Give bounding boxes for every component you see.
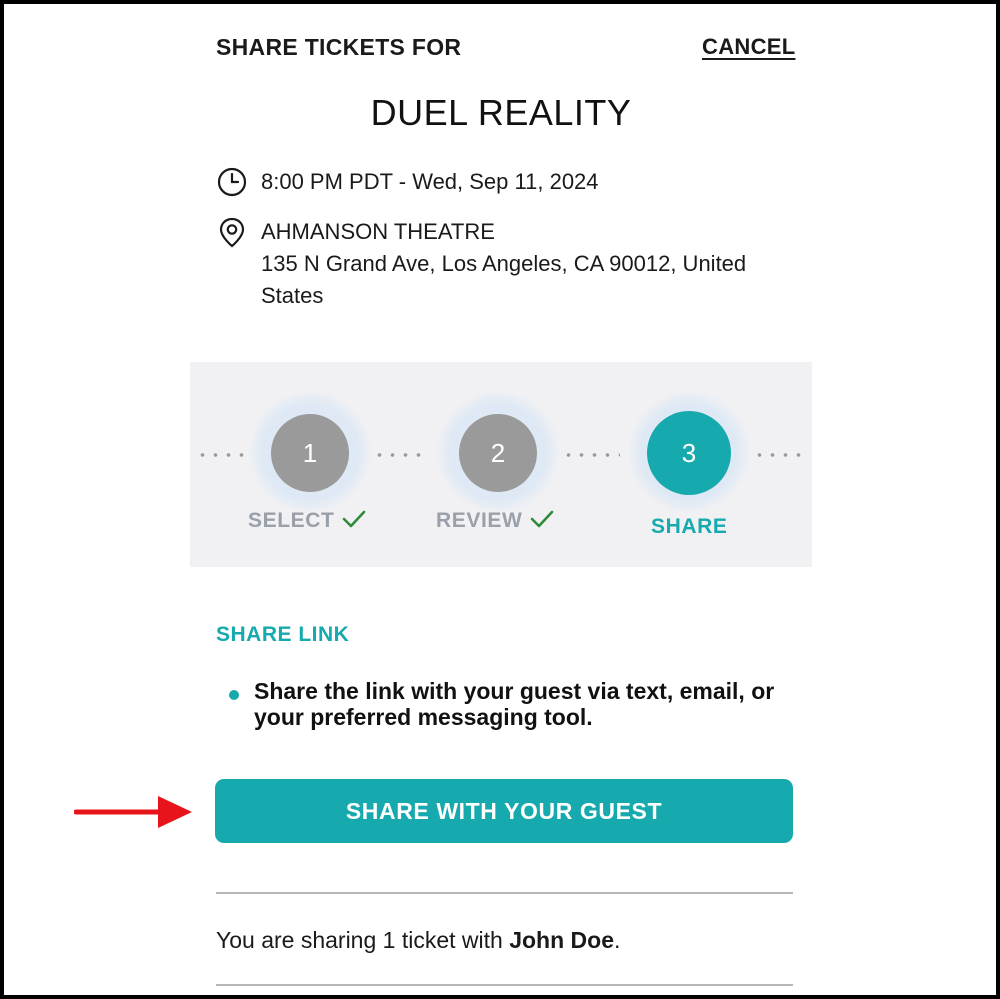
checkmark-icon <box>531 510 554 528</box>
venue-name: AHMANSON THEATRE <box>261 219 495 244</box>
red-arrow-icon <box>74 796 192 828</box>
venue-address: 135 N Grand Ave, Los Angeles, CA 90012, … <box>261 251 747 308</box>
stepper-connector <box>373 453 427 457</box>
step-3-circle: 3 <box>647 411 731 495</box>
step-3-label: SHARE <box>651 515 728 538</box>
stepper-connector <box>562 453 620 457</box>
sharing-summary-suffix: . <box>614 927 621 953</box>
event-title: DUEL REALITY <box>370 92 632 133</box>
step-2-label-group: REVIEW <box>436 509 554 533</box>
cancel-link[interactable]: CANCEL <box>702 34 795 60</box>
divider <box>216 984 793 986</box>
page-header-title: SHARE TICKETS FOR <box>216 34 462 60</box>
sharing-summary: You are sharing 1 ticket with John Doe. <box>216 927 620 954</box>
map-pin-icon <box>219 217 245 248</box>
share-link-heading: SHARE LINK <box>216 623 350 646</box>
sharing-summary-prefix: You are sharing 1 ticket with <box>216 927 510 953</box>
step-1-label-group: SELECT <box>248 509 366 533</box>
guest-name: John Doe <box>509 927 614 953</box>
stepper-connector <box>753 453 809 457</box>
step-2-label: REVIEW <box>436 509 523 532</box>
clock-icon <box>217 167 247 197</box>
share-instruction: Share the link with your guest via text,… <box>254 678 775 730</box>
event-datetime: 8:00 PM PDT - Wed, Sep 11, 2024 <box>261 169 599 194</box>
divider <box>216 892 793 894</box>
stepper-connector <box>196 453 248 457</box>
progress-stepper: 1 2 3 SELECT REVIEW SHARE <box>190 362 812 567</box>
step-2-circle: 2 <box>459 414 537 492</box>
bullet-icon <box>229 690 239 700</box>
step-1-label: SELECT <box>248 509 335 532</box>
step-1-circle: 1 <box>271 414 349 492</box>
checkmark-icon <box>343 510 366 528</box>
share-tickets-screen: SHARE TICKETS FOR CANCEL DUEL REALITY 8:… <box>0 0 1000 999</box>
share-with-guest-button[interactable]: SHARE WITH YOUR GUEST <box>215 779 793 843</box>
